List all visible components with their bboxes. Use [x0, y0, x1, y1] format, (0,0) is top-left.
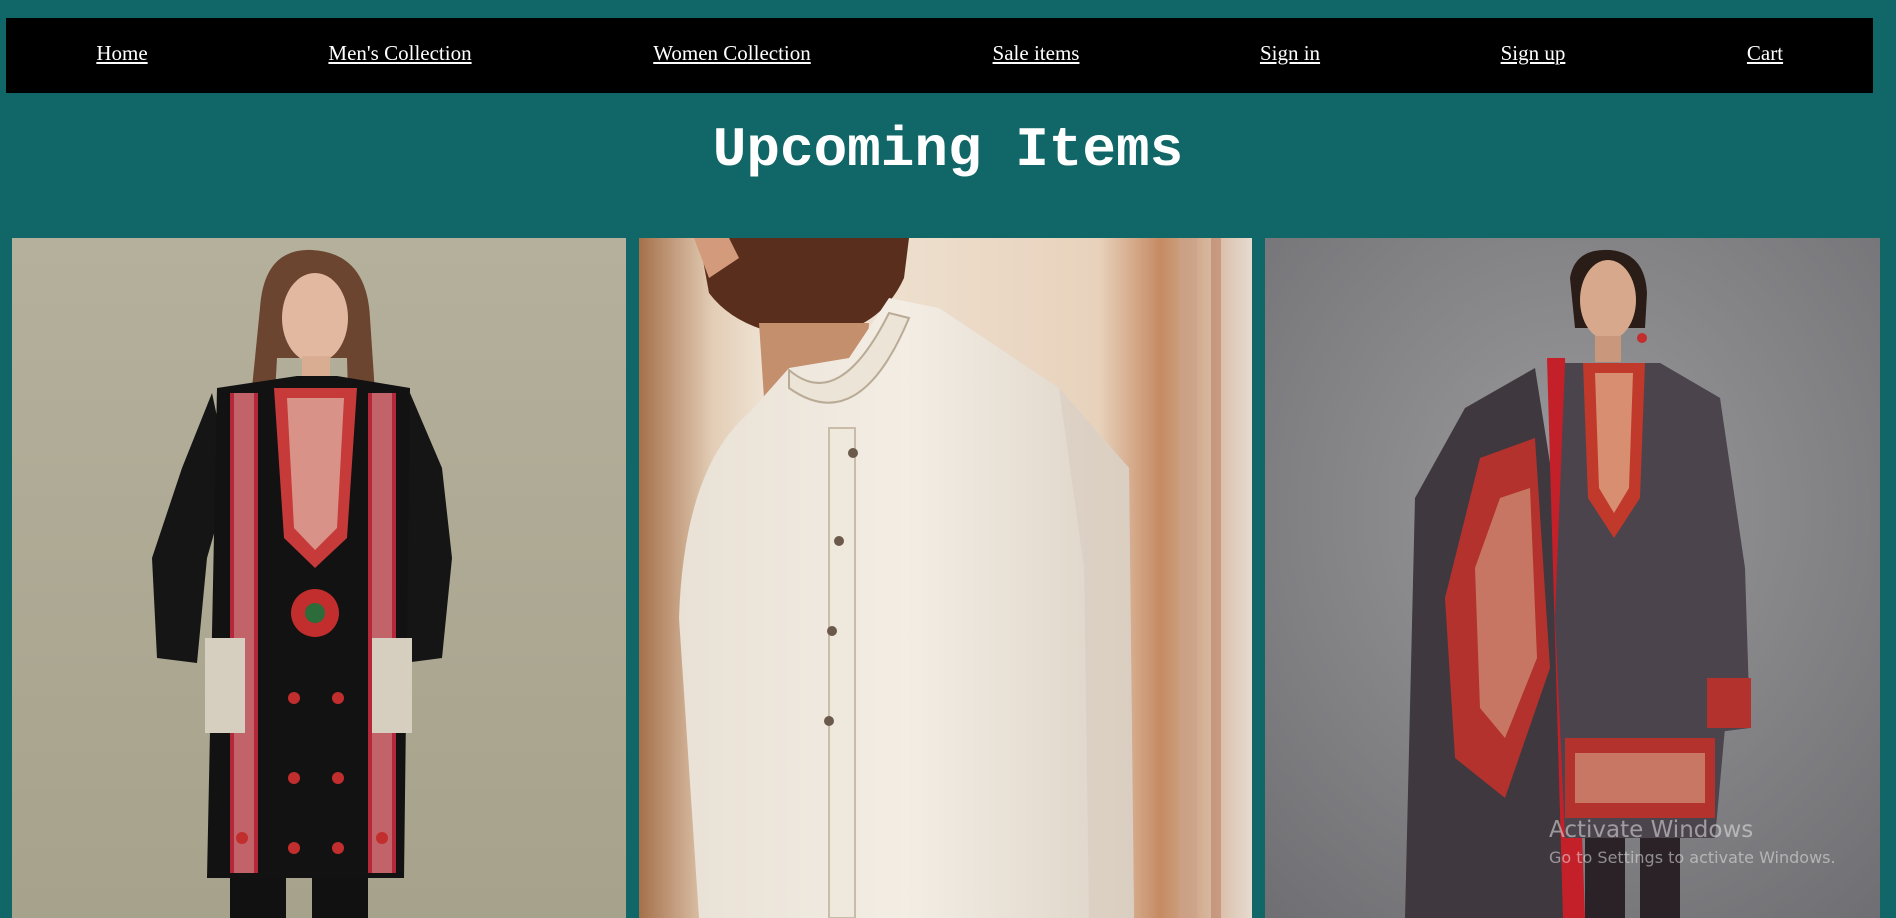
nav-link-sale-items[interactable]: Sale items [993, 43, 1080, 64]
product-photo [12, 238, 626, 918]
product-image-womens-printed-suit[interactable] [1265, 238, 1880, 918]
nav-link-home[interactable]: Home [96, 43, 147, 64]
page-title: Upcoming Items [712, 118, 1184, 182]
main-navbar: Home Men's Collection Women Collection S… [6, 18, 1873, 93]
nav-link-sign-in[interactable]: Sign in [1260, 43, 1320, 64]
nav-link-sign-up[interactable]: Sign up [1501, 43, 1566, 64]
product-photo [639, 238, 1252, 918]
product-photo [1265, 238, 1880, 918]
nav-link-women-collection[interactable]: Women Collection [653, 43, 811, 64]
product-image-womens-black-kurta[interactable] [12, 238, 626, 918]
nav-link-mens-collection[interactable]: Men's Collection [328, 43, 471, 64]
nav-link-cart[interactable]: Cart [1747, 43, 1783, 64]
product-image-mens-cream-kurta[interactable] [639, 238, 1252, 918]
